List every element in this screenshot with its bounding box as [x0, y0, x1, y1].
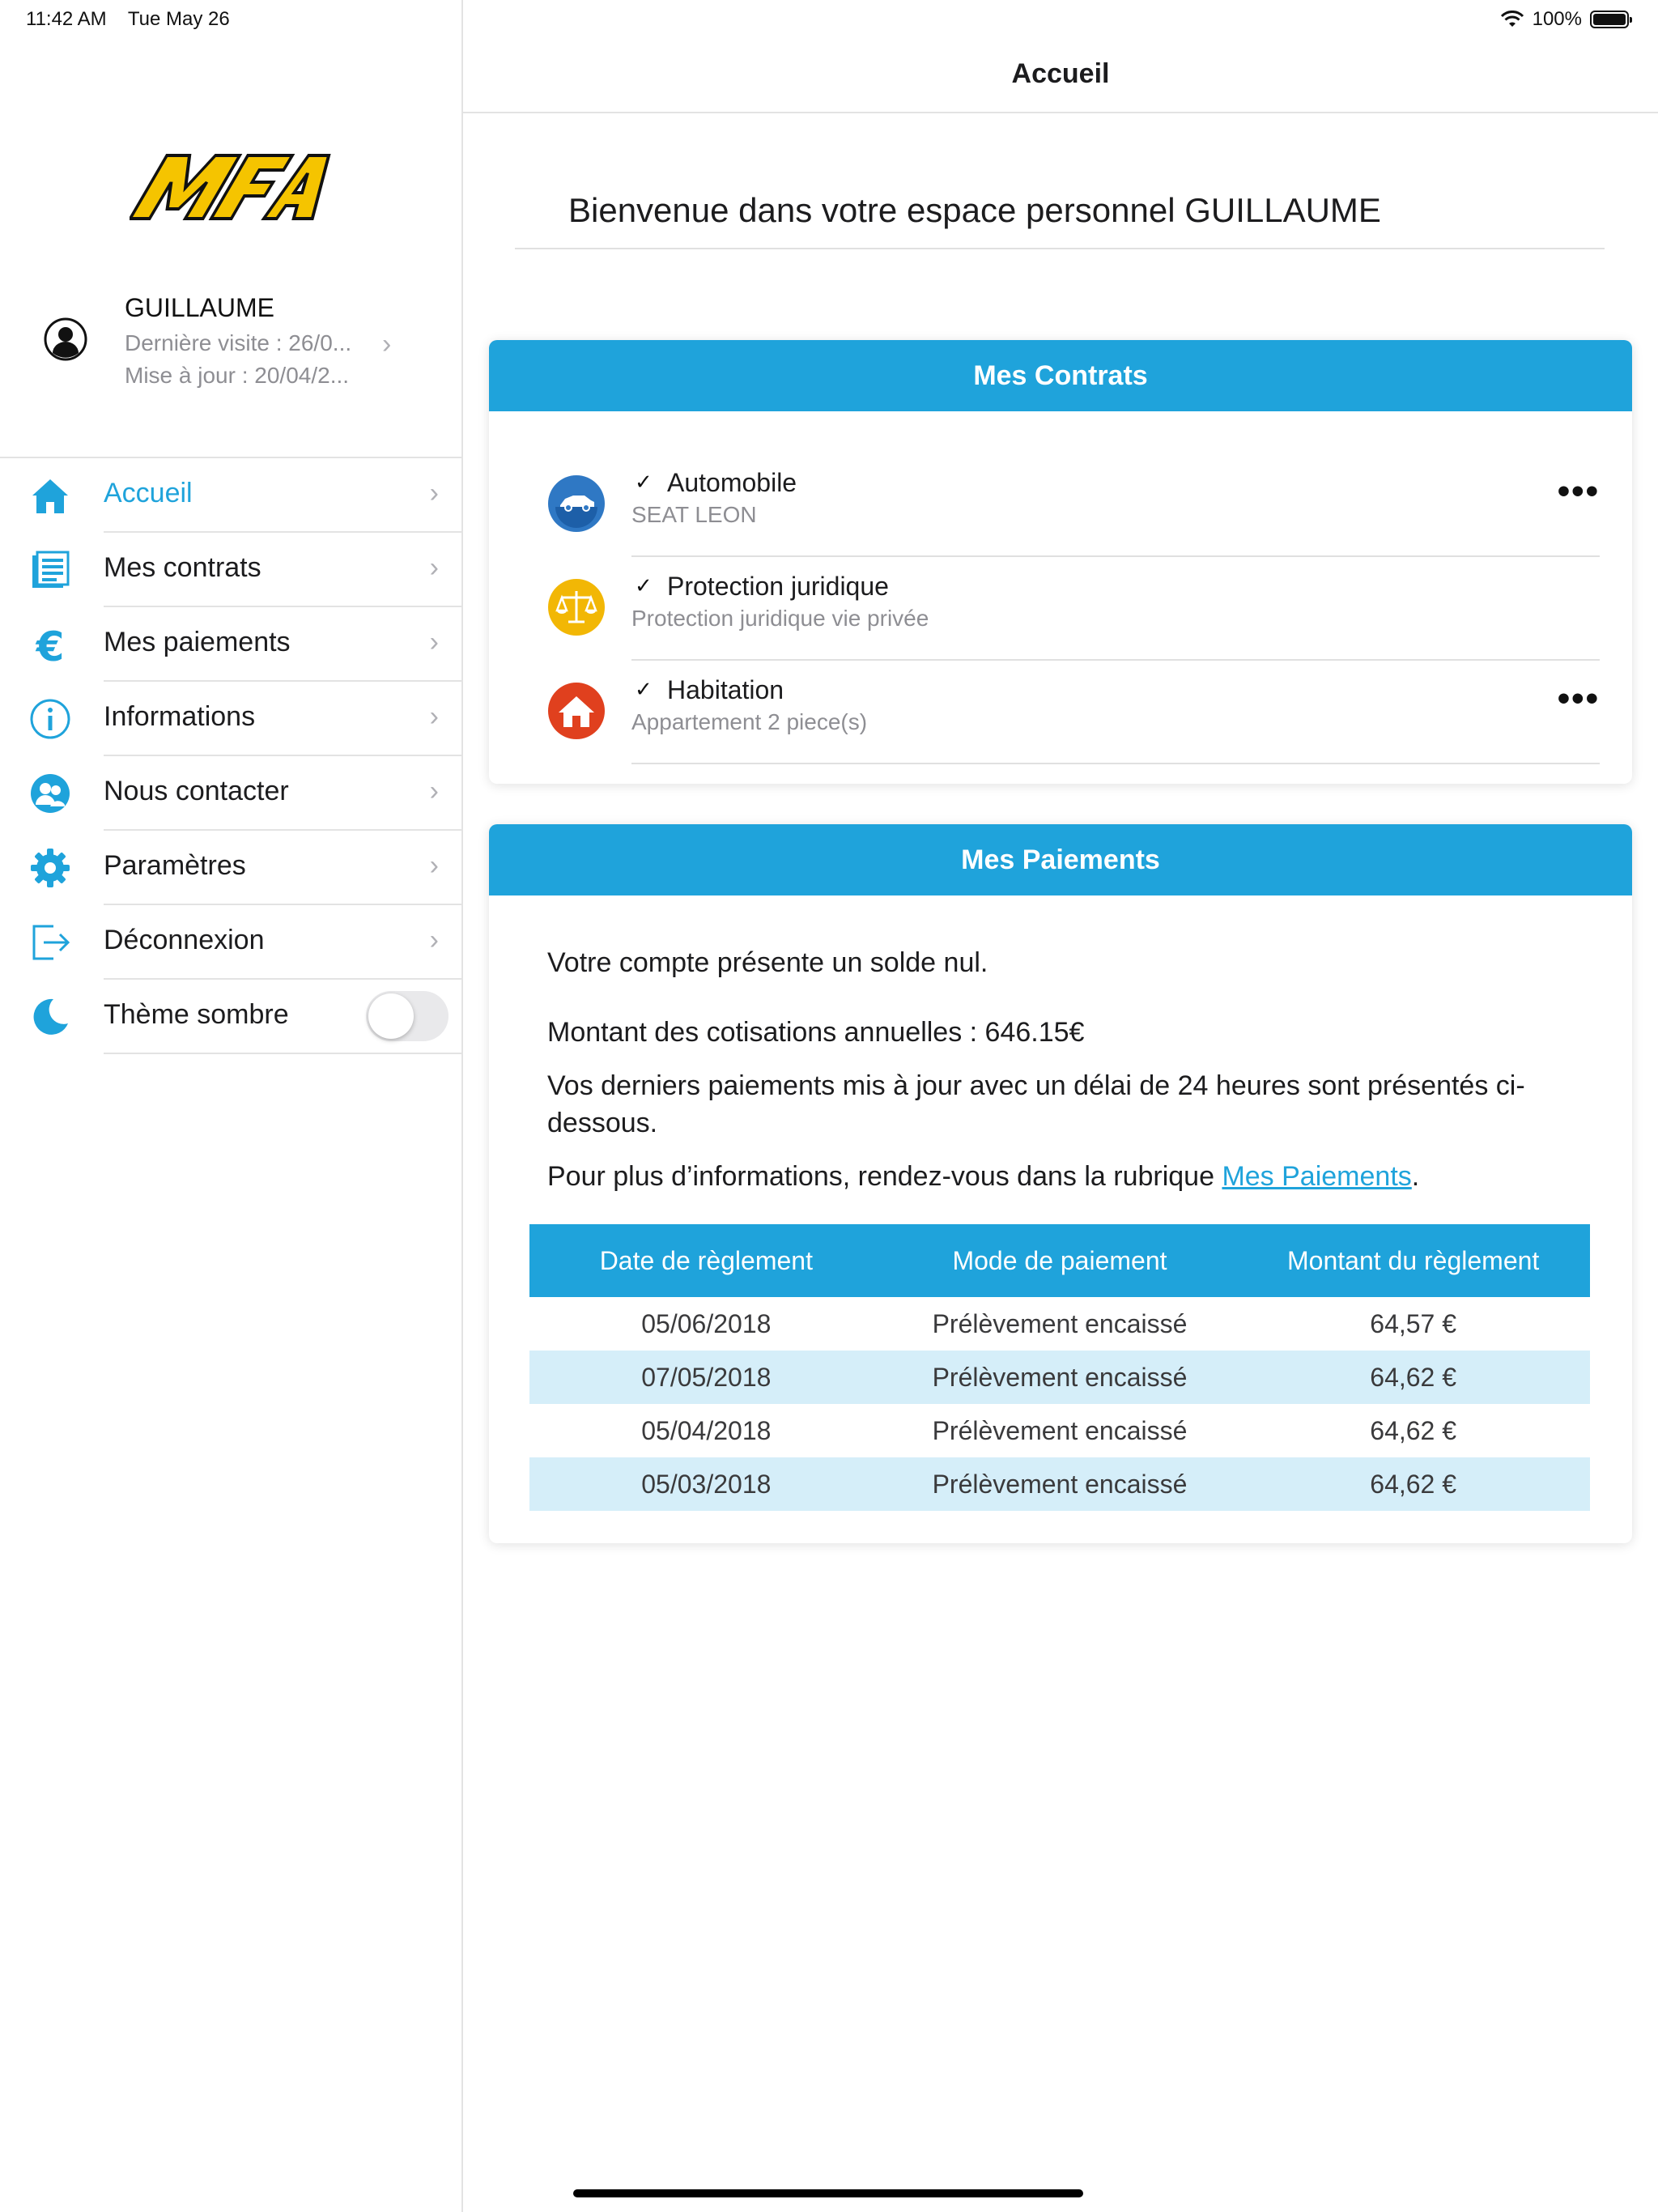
home-icon [32, 479, 68, 513]
table-row: 05/06/2018 Prélèvement encaissé 64,57 € [529, 1297, 1590, 1351]
user-name: GUILLAUME [125, 293, 274, 322]
contract-title: Automobile [667, 468, 797, 497]
check-icon: ✓ [635, 677, 653, 701]
balance-text: Votre compte présente un solde nul. [547, 947, 988, 978]
payments-table: Date de règlement Mode de paiement Monta… [529, 1224, 1590, 1511]
cell-amount: 64,62 € [1236, 1351, 1590, 1404]
more-options-icon[interactable]: ••• [1558, 471, 1600, 512]
table-row: 07/05/2018 Prélèvement encaissé 64,62 € [529, 1351, 1590, 1404]
home-indicator[interactable] [573, 2189, 1083, 2197]
logout-icon [32, 925, 70, 960]
contracts-card-title: Mes Contrats [489, 340, 1632, 411]
table-row: 05/03/2018 Prélèvement encaissé 64,62 € [529, 1457, 1590, 1511]
cell-date: 05/03/2018 [529, 1457, 883, 1511]
navigation-bar: Accueil [463, 39, 1658, 113]
cell-date: 05/04/2018 [641, 1415, 772, 1445]
gear-icon [31, 849, 70, 887]
sidebar-item-theme-sombre: Thème sombre [0, 980, 463, 1054]
chevron-right-icon: › [429, 701, 439, 732]
chevron-right-icon: › [429, 850, 439, 881]
column-header-mode: Mode de paiement [882, 1224, 1237, 1297]
chevron-right-icon: › [429, 776, 439, 806]
contact-people-icon [31, 774, 70, 813]
check-icon: ✓ [635, 470, 653, 494]
sidebar-item-label: Informations [104, 701, 256, 732]
column-header-date: Date de règlement [529, 1224, 883, 1297]
contract-item-habitation[interactable]: ✓ Habitation Appartement 2 piece(s) ••• [489, 661, 1632, 764]
sidebar-item-nous-contacter[interactable]: Nous contacter › [0, 756, 463, 831]
cell-amount: 64,57 € [1370, 1308, 1457, 1338]
car-icon [548, 475, 605, 532]
payments-card-title: Mes Paiements [489, 824, 1632, 895]
cell-date: 07/05/2018 [529, 1351, 883, 1404]
sidebar-nav: Accueil › Mes contrats › € Mes paiements… [0, 457, 463, 1054]
sidebar-item-mes-paiements[interactable]: € Mes paiements › [0, 607, 463, 682]
more-info-text: Pour plus d’informations, rendez-vous da… [547, 1158, 1592, 1195]
user-avatar-icon [44, 317, 87, 361]
main-content: Accueil Bienvenue dans votre espace pers… [463, 0, 1658, 2212]
mes-paiements-link[interactable]: Mes Paiements [1222, 1161, 1411, 1192]
svg-text:€: € [36, 623, 65, 666]
sidebar-item-deconnexion[interactable]: Déconnexion › [0, 905, 463, 980]
recent-payments-text: Vos derniers paiements mis à jour avec u… [547, 1070, 1525, 1138]
toggle-knob [368, 993, 414, 1039]
sidebar-item-label: Mes contrats [104, 552, 261, 583]
contract-title: Protection juridique [667, 572, 889, 601]
cell-date: 05/06/2018 [641, 1308, 772, 1338]
cell-mode: Prélèvement encaissé [882, 1457, 1237, 1511]
document-list-icon [32, 551, 70, 588]
chevron-right-icon: › [382, 329, 392, 359]
annual-amount-text: Montant des cotisations annuelles : 646.… [547, 1017, 1085, 1048]
chevron-right-icon: › [429, 478, 439, 508]
contracts-card: Mes Contrats ✓ Automobile SEAT LEON ••• [489, 340, 1632, 784]
contract-title: Habitation [667, 675, 784, 704]
sidebar-item-mes-contrats[interactable]: Mes contrats › [0, 533, 463, 607]
sidebar-item-accueil[interactable]: Accueil › [0, 458, 463, 533]
sidebar-item-label: Mes paiements [104, 627, 291, 657]
page-title: Accueil [1011, 58, 1110, 89]
sidebar-item-label: Thème sombre [104, 999, 289, 1030]
sidebar-item-label: Déconnexion [104, 925, 265, 955]
sidebar-item-parametres[interactable]: Paramètres › [0, 831, 463, 905]
scales-icon [548, 579, 605, 636]
moon-icon [33, 998, 68, 1035]
dark-theme-toggle[interactable] [366, 991, 449, 1041]
user-card[interactable]: GUILLAUME Dernière visite : 26/0... Mise… [0, 283, 463, 405]
chevron-right-icon: › [429, 552, 439, 583]
user-last-update: Mise à jour : 20/04/2... [125, 363, 350, 388]
column-header-amount: Montant du règlement [1236, 1224, 1590, 1297]
sidebar: GUILLAUME Dernière visite : 26/0... Mise… [0, 0, 463, 2212]
house-icon [548, 683, 605, 739]
euro-icon: € [36, 623, 65, 666]
cell-mode: Prélèvement encaissé [882, 1351, 1237, 1404]
sidebar-item-label: Nous contacter [104, 776, 289, 806]
contract-subtitle: Protection juridique vie privée [631, 606, 929, 631]
sidebar-item-label: Paramètres [104, 850, 246, 881]
check-icon: ✓ [635, 573, 653, 598]
contract-item-automobile[interactable]: ✓ Automobile SEAT LEON ••• [489, 453, 1632, 557]
mfa-logo [130, 154, 331, 220]
contract-subtitle: Appartement 2 piece(s) [631, 709, 868, 734]
more-info-prefix: Pour plus d’informations, rendez-vous da… [547, 1161, 1222, 1192]
cell-amount: 64,62 € [1236, 1457, 1590, 1511]
info-icon [30, 699, 70, 739]
sidebar-item-informations[interactable]: Informations › [0, 682, 463, 756]
user-last-visit: Dernière visite : 26/0... [125, 330, 352, 355]
contract-subtitle: SEAT LEON [631, 502, 757, 527]
cell-mode: Prélèvement encaissé [932, 1308, 1188, 1338]
welcome-heading: Bienvenue dans votre espace personnel GU… [568, 191, 1381, 229]
cell-mode: Prélèvement encaissé [932, 1415, 1188, 1445]
payments-card: Mes Paiements Votre compte présente un s… [489, 824, 1632, 1543]
cell-amount: 64,62 € [1370, 1415, 1457, 1445]
sidebar-item-label: Accueil [104, 478, 193, 508]
more-options-icon[interactable]: ••• [1558, 678, 1600, 719]
contract-item-protection-juridique[interactable]: ✓ Protection juridique Protection juridi… [489, 557, 1632, 661]
chevron-right-icon: › [429, 925, 439, 955]
chevron-right-icon: › [429, 627, 439, 657]
more-info-suffix: . [1411, 1161, 1420, 1192]
table-row: 05/04/2018 Prélèvement encaissé 64,62 € [529, 1404, 1590, 1457]
divider [515, 248, 1605, 249]
table-header-row: Date de règlement Mode de paiement Monta… [529, 1224, 1590, 1297]
